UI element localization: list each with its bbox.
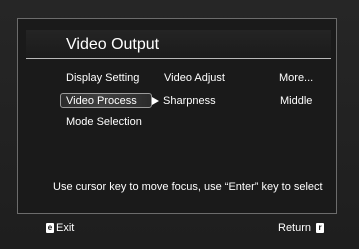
osd-screen: Video Output Display Setting Video Adjus… <box>0 0 359 249</box>
right-triangle-icon <box>152 97 159 105</box>
menu-item-mode-selection[interactable]: Mode Selection <box>66 115 142 129</box>
return-key-icon[interactable]: r <box>316 223 324 233</box>
help-text: Use cursor key to move focus, use “Enter… <box>53 181 323 193</box>
exit-label[interactable]: Exit <box>56 221 74 235</box>
return-label[interactable]: Return <box>278 221 311 235</box>
submenu-item-sharpness[interactable]: Sharpness <box>163 94 216 108</box>
menu-item-video-process[interactable]: Video Process <box>66 94 137 108</box>
submenu-item-video-adjust[interactable]: Video Adjust <box>164 71 225 85</box>
exit-key-icon[interactable]: e <box>46 223 54 233</box>
menu-item-display-setting[interactable]: Display Setting <box>66 71 139 85</box>
value-video-adjust: More... <box>279 72 314 84</box>
menu-title: Video Output <box>66 36 160 53</box>
value-sharpness: Middle <box>280 95 313 107</box>
